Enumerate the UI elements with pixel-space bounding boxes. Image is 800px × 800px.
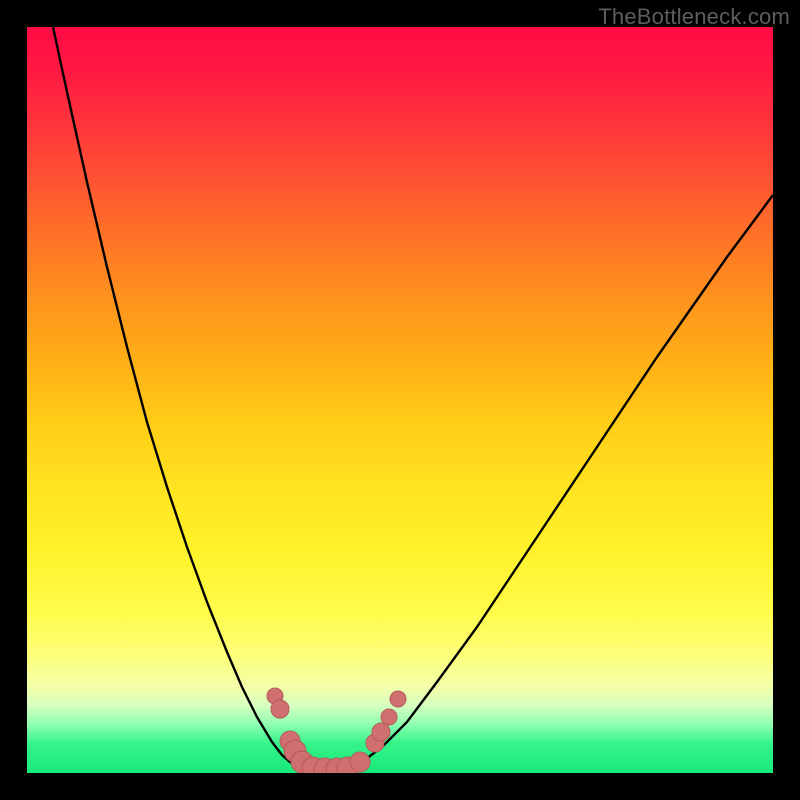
- plot-area: [27, 27, 773, 773]
- marker-right-0: [350, 752, 370, 772]
- marker-right-2: [372, 723, 390, 741]
- watermark-text: TheBottleneck.com: [598, 4, 790, 30]
- right-curve: [347, 195, 773, 769]
- marker-left-1: [271, 700, 289, 718]
- left-curve: [53, 27, 307, 769]
- chart-frame: TheBottleneck.com: [0, 0, 800, 800]
- marker-right-4: [390, 691, 406, 707]
- chart-svg: [27, 27, 773, 773]
- marker-right-3: [381, 709, 397, 725]
- curve-group: [53, 27, 773, 770]
